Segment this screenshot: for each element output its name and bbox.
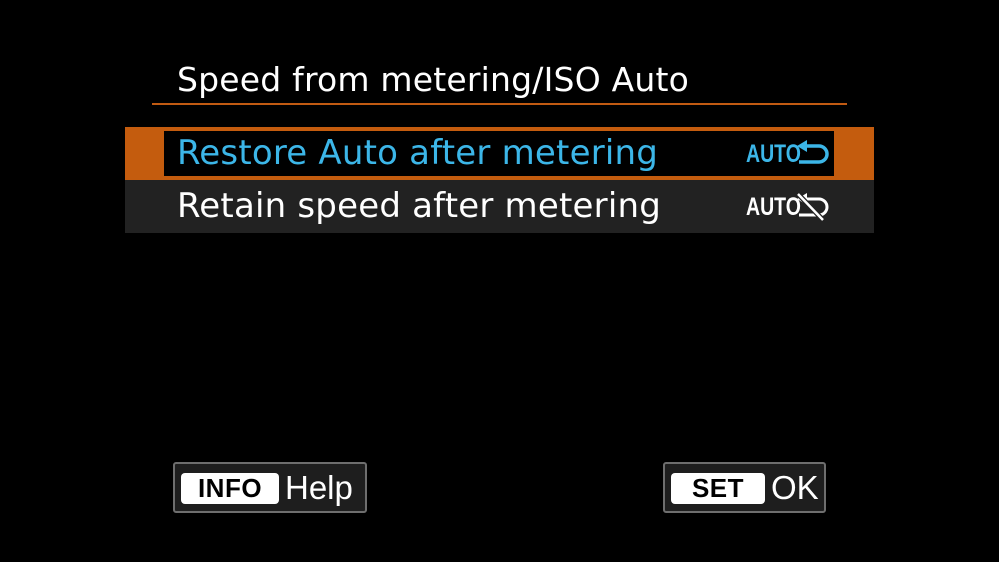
title-divider: [152, 103, 847, 105]
option-label: Restore Auto after metering: [177, 133, 659, 173]
menu-title: Speed from metering/ISO Auto: [177, 60, 689, 99]
camera-menu-screen: Speed from metering/ISO Auto Restore Aut…: [0, 0, 999, 562]
set-key-badge: SET: [671, 473, 765, 504]
info-key-badge: INFO: [181, 473, 279, 504]
ok-label: OK: [771, 469, 819, 506]
auto-text: AUTO: [746, 140, 801, 168]
help-button[interactable]: INFO Help: [173, 462, 367, 513]
ok-button[interactable]: SET OK: [663, 462, 826, 513]
help-label: Help: [285, 469, 353, 506]
option-list: Restore Auto after metering AUTO Retain …: [125, 127, 874, 233]
auto-return-icon: AUTO: [746, 136, 829, 172]
auto-retain-icon: AUTO: [746, 189, 829, 225]
auto-text: AUTO: [746, 193, 801, 221]
option-restore-auto[interactable]: Restore Auto after metering AUTO: [125, 127, 874, 180]
option-retain-speed[interactable]: Retain speed after metering AUTO: [125, 180, 874, 233]
option-label: Retain speed after metering: [177, 186, 661, 226]
